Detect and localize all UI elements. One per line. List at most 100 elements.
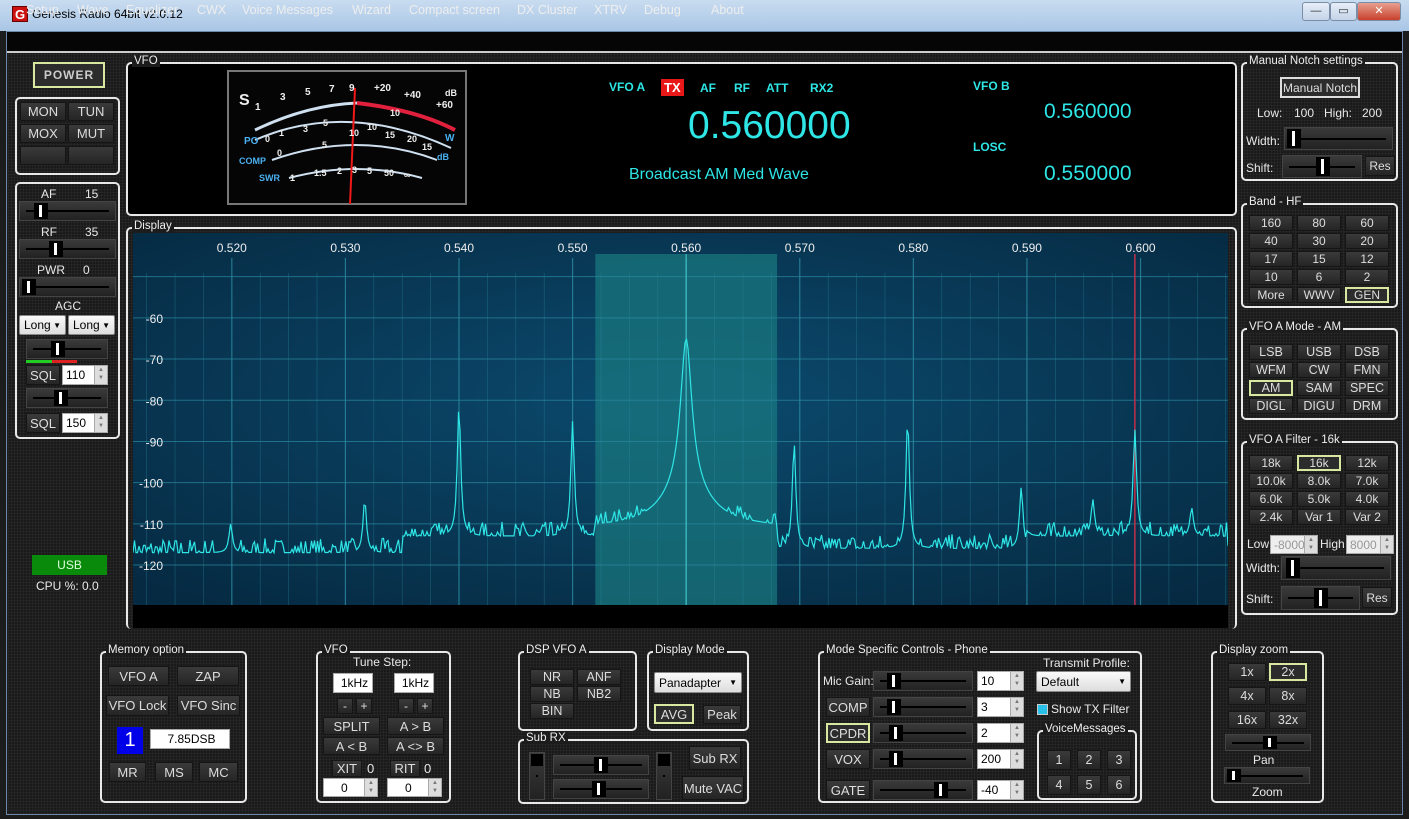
- rf-indicator[interactable]: RF: [734, 81, 750, 95]
- agc-slider[interactable]: [26, 339, 108, 359]
- ms-button[interactable]: MS: [155, 762, 193, 782]
- spinner-icon[interactable]: ▲ ▼: [428, 779, 441, 796]
- mode-button-spec[interactable]: SPEC: [1345, 380, 1389, 396]
- band-button-160[interactable]: 160: [1249, 215, 1293, 231]
- tune-step-b[interactable]: 1kHz: [394, 673, 434, 693]
- left-button-empty-5[interactable]: [68, 146, 114, 165]
- mode-button-dsb[interactable]: DSB: [1345, 344, 1389, 360]
- sql-button-2[interactable]: SQL: [26, 413, 60, 433]
- agc-select-2[interactable]: Long: [68, 315, 115, 335]
- left-button-mon[interactable]: MON: [20, 102, 66, 121]
- subrx-pan-slider[interactable]: [553, 755, 649, 775]
- band-button-80[interactable]: 80: [1297, 215, 1341, 231]
- filter-button-5-0k[interactable]: 5.0k: [1297, 491, 1341, 507]
- menu-cwx[interactable]: CWX: [197, 3, 226, 17]
- tx-indicator[interactable]: TX: [661, 79, 684, 96]
- cpdr-input[interactable]: 2 ▲ ▼: [977, 723, 1024, 743]
- avg-button[interactable]: AVG: [654, 704, 694, 724]
- losc-frequency[interactable]: 0.550000: [1044, 162, 1132, 186]
- mode-button-lsb[interactable]: LSB: [1249, 344, 1293, 360]
- manual-notch-button[interactable]: Manual Notch: [1280, 77, 1360, 98]
- menu-setup[interactable]: Setup: [26, 3, 59, 17]
- mode-button-usb[interactable]: USB: [1297, 344, 1341, 360]
- cpdr-button[interactable]: CPDR: [826, 723, 870, 743]
- mode-button-cw[interactable]: CW: [1297, 362, 1341, 378]
- band-button-gen[interactable]: GEN: [1345, 287, 1389, 303]
- spinner-icon[interactable]: ▲ ▼: [1304, 536, 1317, 553]
- mode-button-sam[interactable]: SAM: [1297, 380, 1341, 396]
- comp-slider[interactable]: [873, 697, 973, 717]
- band-button-17[interactable]: 17: [1249, 251, 1293, 267]
- display-mode-select[interactable]: Panadapter: [654, 672, 742, 693]
- sql-slider-2[interactable]: [26, 388, 108, 408]
- filter-reset-button[interactable]: Res: [1362, 587, 1392, 608]
- vfo-a-frequency[interactable]: 0.560000: [688, 104, 851, 148]
- dsp-button-nb2[interactable]: NB2: [577, 686, 621, 702]
- voice-message-button-5[interactable]: 5: [1077, 775, 1101, 795]
- zoom-slider[interactable]: [1224, 767, 1310, 784]
- spinner-icon[interactable]: ▲ ▼: [94, 366, 107, 384]
- mode-button-digu[interactable]: DIGU: [1297, 398, 1341, 414]
- zoom-button-4x[interactable]: 4x: [1228, 687, 1266, 705]
- menu-compact-screen[interactable]: Compact screen: [409, 3, 500, 17]
- mode-button-drm[interactable]: DRM: [1345, 398, 1389, 414]
- left-button-empty-4[interactable]: [20, 146, 66, 165]
- band-button-2[interactable]: 2: [1345, 269, 1389, 285]
- vfo-b-frequency[interactable]: 0.560000: [1044, 100, 1132, 124]
- xit-button[interactable]: XIT: [332, 760, 362, 777]
- dsp-button-bin[interactable]: BIN: [530, 703, 574, 719]
- gate-button[interactable]: GATE: [826, 780, 870, 800]
- memory-channel[interactable]: 1: [117, 727, 143, 754]
- filter-button-18k[interactable]: 18k: [1249, 455, 1293, 471]
- spinner-icon[interactable]: ▲ ▼: [1010, 750, 1023, 768]
- subrx-button[interactable]: Sub RX: [689, 746, 741, 770]
- step-b-plus-button[interactable]: +: [417, 698, 433, 714]
- spinner-icon[interactable]: ▲ ▼: [1380, 536, 1393, 553]
- b-to-a-button[interactable]: A < B: [323, 737, 380, 755]
- comp-button[interactable]: COMP: [826, 697, 870, 717]
- tx-profile-select[interactable]: Default: [1036, 671, 1131, 692]
- left-button-mut[interactable]: MUT: [68, 124, 114, 143]
- filter-button-10-0k[interactable]: 10.0k: [1249, 473, 1293, 489]
- mode-button-fmn[interactable]: FMN: [1345, 362, 1389, 378]
- att-indicator[interactable]: ATT: [766, 81, 788, 95]
- vox-button[interactable]: VOX: [826, 749, 870, 769]
- zap-button[interactable]: ZAP: [177, 666, 239, 686]
- filter-button-var-1[interactable]: Var 1: [1297, 509, 1341, 525]
- slider-thumb[interactable]: [887, 673, 901, 689]
- filter-button-4-0k[interactable]: 4.0k: [1345, 491, 1389, 507]
- filter-width-slider[interactable]: [1281, 556, 1391, 580]
- menu-wizard[interactable]: Wizard: [352, 3, 391, 17]
- pan-slider[interactable]: [1225, 734, 1311, 751]
- menu-about[interactable]: About: [711, 3, 744, 17]
- menu-equalizer[interactable]: Equalizer: [126, 3, 178, 17]
- swap-ab-button[interactable]: A <> B: [387, 737, 444, 755]
- vfo-lock-button[interactable]: VFO Lock: [106, 695, 169, 716]
- agc-select-1[interactable]: Long: [19, 315, 66, 335]
- menu-debug[interactable]: Debug: [644, 3, 681, 17]
- notch-width-slider[interactable]: [1284, 127, 1393, 150]
- slider-thumb[interactable]: [889, 751, 903, 767]
- spinner-icon[interactable]: ▲ ▼: [1010, 781, 1023, 799]
- band-button-6[interactable]: 6: [1297, 269, 1341, 285]
- subrx-gain-slider[interactable]: [553, 779, 649, 799]
- zoom-button-16x[interactable]: 16x: [1228, 711, 1266, 729]
- filter-button-2-4k[interactable]: 2.4k: [1249, 509, 1293, 525]
- mute-vac-button[interactable]: Mute VAC: [682, 776, 744, 800]
- comp-input[interactable]: 3 ▲ ▼: [977, 697, 1024, 717]
- filter-shift-slider[interactable]: [1281, 586, 1360, 610]
- maximize-button[interactable]: ▭: [1330, 2, 1357, 21]
- mode-button-am[interactable]: AM: [1249, 380, 1293, 396]
- mode-button-digl[interactable]: DIGL: [1249, 398, 1293, 414]
- band-button-wwv[interactable]: WWV: [1297, 287, 1341, 303]
- spinner-icon[interactable]: ▲ ▼: [94, 414, 107, 432]
- band-button-15[interactable]: 15: [1297, 251, 1341, 267]
- sql-input-2[interactable]: 150 ▲ ▼: [62, 413, 108, 433]
- slider-thumb[interactable]: [934, 782, 948, 798]
- filter-button-8-0k[interactable]: 8.0k: [1297, 473, 1341, 489]
- mic-input[interactable]: 10 ▲ ▼: [977, 671, 1024, 691]
- af-indicator[interactable]: AF: [700, 81, 716, 95]
- dsp-button-nr[interactable]: NR: [530, 669, 574, 685]
- vox-input[interactable]: 200 ▲ ▼: [977, 749, 1024, 769]
- rit-input[interactable]: 0 ▲ ▼: [387, 778, 442, 797]
